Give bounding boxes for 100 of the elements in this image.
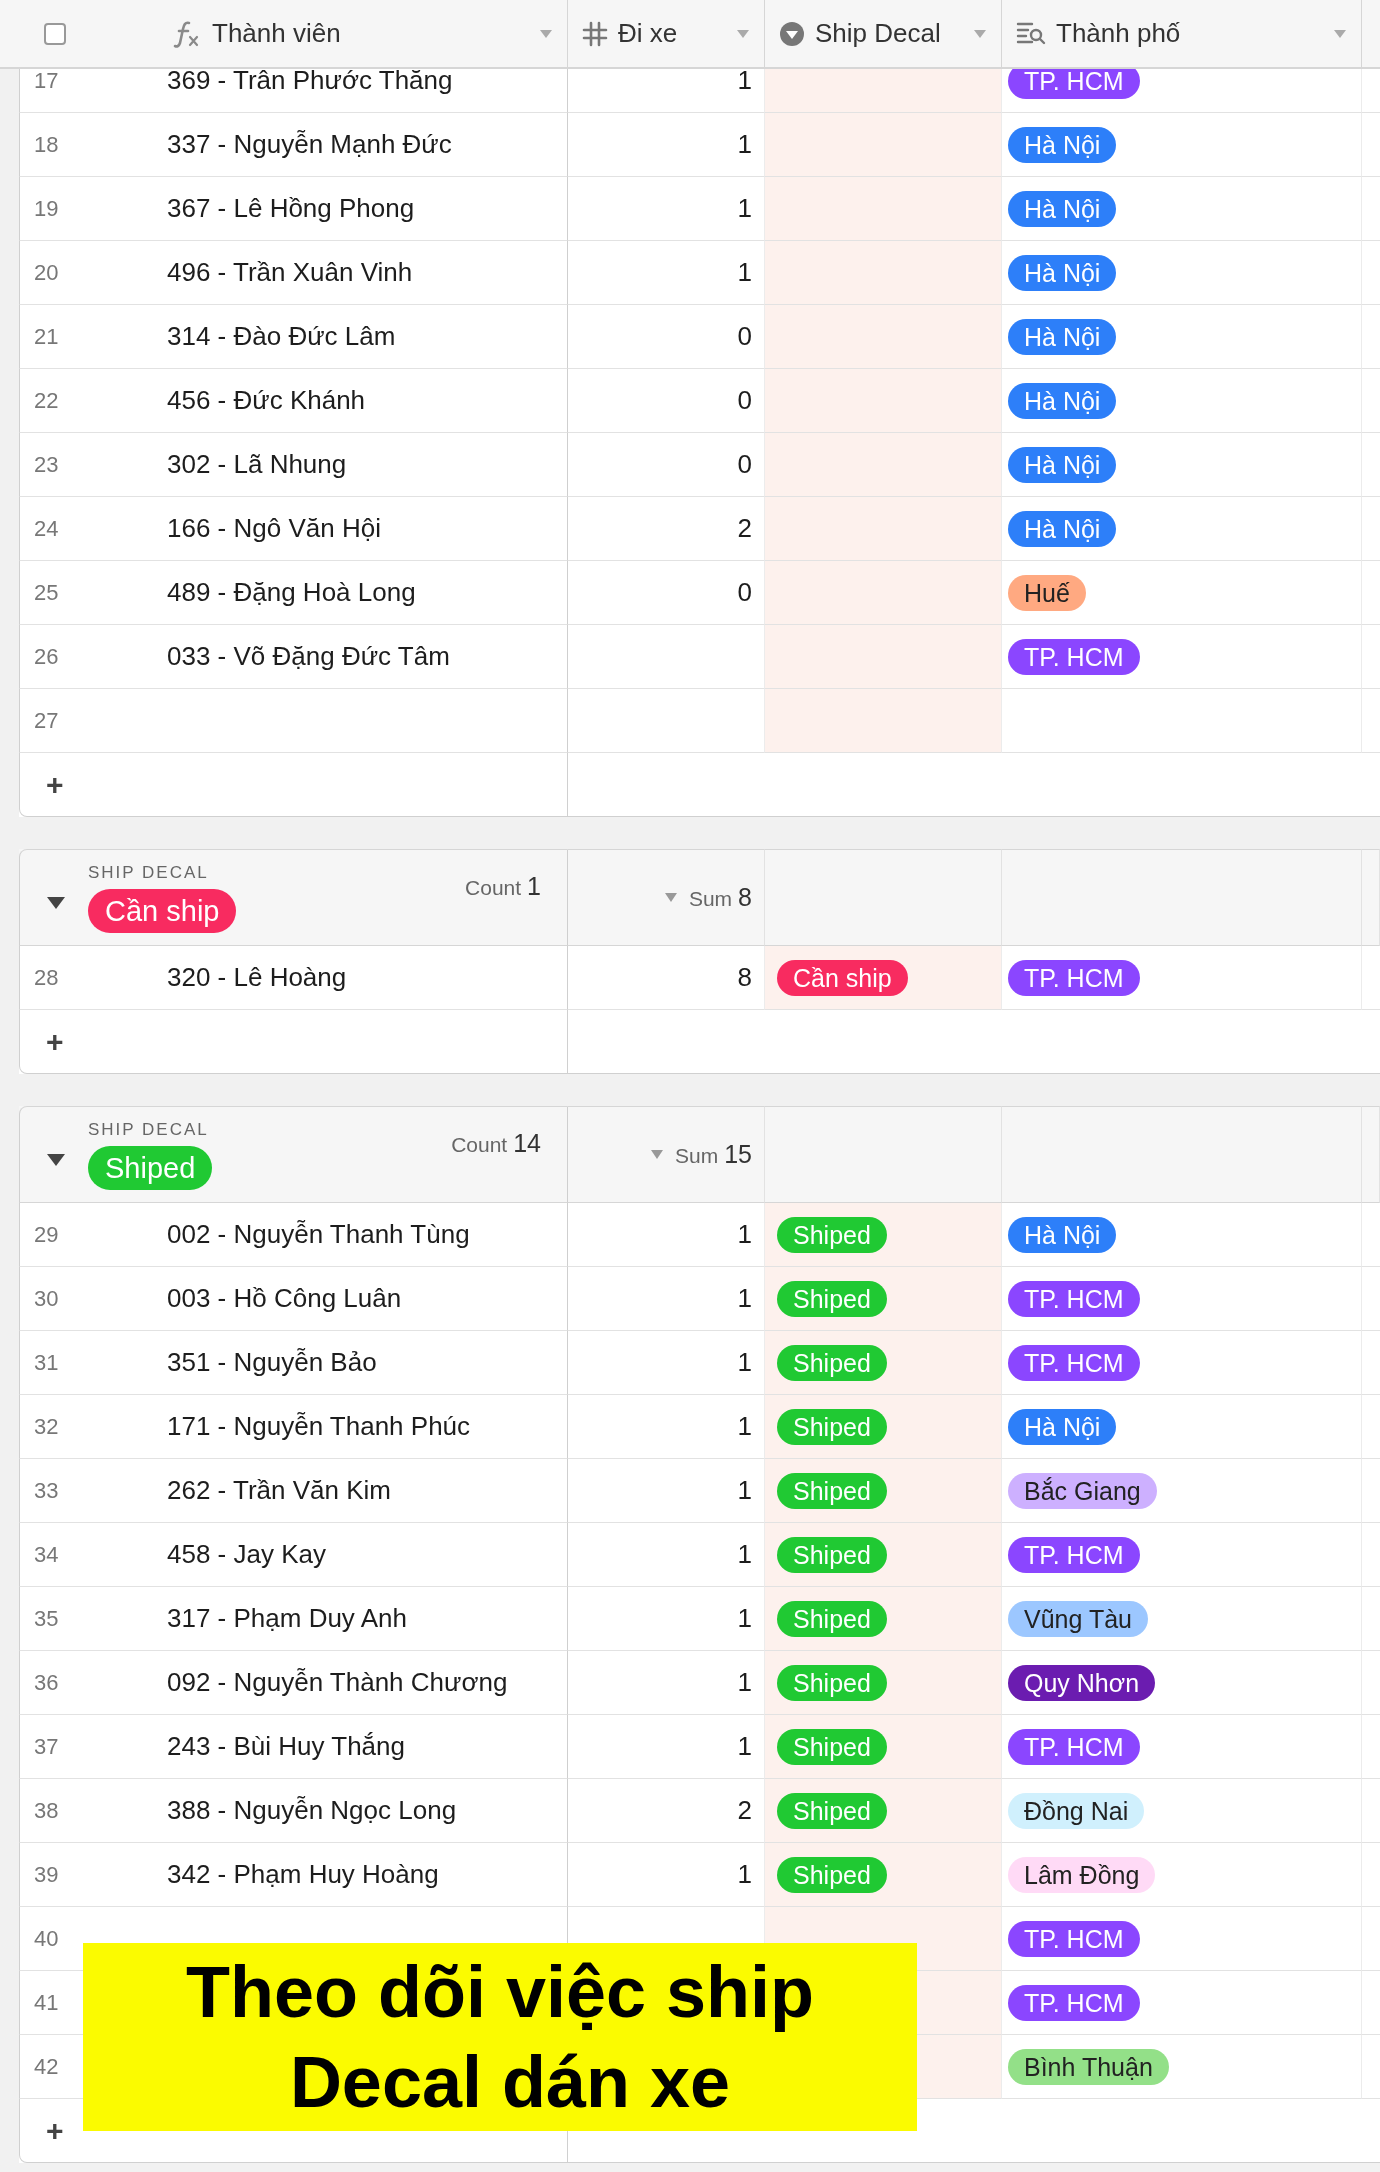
row-number: 41	[33, 1989, 60, 2016]
tag: Hà Nội	[1008, 1216, 1117, 1253]
row-number: 17	[33, 69, 60, 94]
select-all-checkbox[interactable]	[44, 22, 66, 45]
member-name: 456 - Đức Khánh	[167, 385, 366, 416]
tag: TP. HCM	[1008, 1984, 1140, 2021]
row-number: 22	[33, 387, 60, 414]
caret-icon[interactable]	[539, 28, 553, 39]
member-name: 262 - Trần Văn Kim	[167, 1475, 391, 1506]
tag: Shiped	[777, 1856, 887, 1893]
row-number: 29	[33, 1221, 60, 1248]
tag: Shiped	[777, 1344, 887, 1381]
caret-icon[interactable]	[651, 1150, 663, 1159]
member-name: 033 - Võ Đặng Đức Tâm	[167, 641, 450, 672]
sum-summary[interactable]: Sum 8	[688, 883, 752, 912]
caret-icon[interactable]	[664, 893, 677, 902]
tag: Hà Nội	[1008, 318, 1117, 355]
row-number: 26	[33, 643, 60, 670]
row-number: 42	[33, 2053, 60, 2080]
row-number: 34	[33, 1541, 60, 1568]
tag: Hà Nội	[1008, 190, 1117, 227]
trip-count: 0	[737, 385, 752, 416]
trip-count: 1	[737, 257, 752, 288]
member-name: 092 - Nguyễn Thành Chương	[167, 1667, 508, 1698]
tag: Shiped	[88, 1145, 213, 1190]
tag: Bắc Giang	[1008, 1472, 1157, 1509]
add-record-button[interactable]: +	[38, 2113, 72, 2148]
tag: Bình Thuận	[1008, 2048, 1169, 2085]
member-name: 367 - Lê Hồng Phong	[167, 193, 415, 224]
member-name: 002 - Nguyễn Thanh Tùng	[167, 1219, 470, 1250]
tag: Shiped	[777, 1408, 887, 1445]
trip-count: 8	[737, 962, 752, 993]
trip-count: 1	[737, 1475, 752, 1506]
member-name: 314 - Đào Đức Lâm	[167, 321, 396, 352]
tag: TP. HCM	[1008, 1280, 1140, 1317]
member-name: 369 - Trân Phước Thăng	[167, 69, 453, 96]
lookup-icon	[1016, 20, 1046, 47]
tag: Shiped	[777, 1792, 887, 1829]
dropdown-circle-icon	[779, 20, 805, 47]
member-name: 342 - Phạm Huy Hoàng	[167, 1859, 439, 1890]
row-number: 28	[33, 964, 60, 991]
row-number: 25	[33, 579, 60, 606]
trip-count: 1	[737, 1667, 752, 1698]
add-record-button[interactable]: +	[38, 1024, 72, 1059]
caption-line: Theo dõi việc ship	[185, 1951, 815, 2034]
tag: Hà Nội	[1008, 126, 1117, 163]
group-field-label: SHIP DECAL	[88, 862, 209, 883]
row-number: 40	[33, 1925, 60, 1952]
tag: Shiped	[777, 1664, 887, 1701]
tag: Cần ship	[88, 888, 237, 933]
tag: TP. HCM	[1008, 69, 1140, 99]
column-header[interactable]: Ship Decal	[765, 0, 1002, 67]
hash-icon	[582, 20, 608, 47]
tag: Vũng Tàu	[1008, 1600, 1148, 1637]
tag: Shiped	[777, 1600, 887, 1637]
member-name: 458 - Jay Kay	[167, 1539, 326, 1570]
record-count: Count 1	[465, 872, 541, 901]
tag: Shiped	[777, 1280, 887, 1317]
tag: Cần ship	[777, 959, 908, 996]
caption-line: Decal dán xe	[288, 2041, 731, 2124]
tag: Lâm Đồng	[1008, 1856, 1156, 1893]
row-number: 27	[33, 707, 60, 734]
column-header[interactable]: Đi xe	[568, 0, 765, 67]
row-number: 23	[33, 451, 60, 478]
row-number: 24	[33, 515, 60, 542]
caret-icon[interactable]	[973, 28, 987, 39]
member-name: 317 - Phạm Duy Anh	[167, 1603, 407, 1634]
collapse-toggle-icon[interactable]	[46, 1152, 66, 1167]
tag: Hà Nội	[1008, 446, 1117, 483]
member-name: 351 - Nguyễn Bảo	[167, 1347, 377, 1378]
trip-count: 2	[737, 1795, 752, 1826]
group-field-label: SHIP DECAL	[88, 1119, 209, 1140]
tag: Hà Nội	[1008, 510, 1117, 547]
column-header[interactable]: Thành phố	[1002, 0, 1362, 67]
row-number: 35	[33, 1605, 60, 1632]
add-record-button[interactable]: +	[38, 767, 72, 802]
tag: Quy Nhơn	[1008, 1664, 1156, 1701]
column-header[interactable]: Thành viên	[0, 0, 568, 67]
trip-count: 1	[737, 1603, 752, 1634]
record-count: Count 14	[451, 1129, 541, 1158]
trip-count: 1	[737, 129, 752, 160]
tag: Shiped	[777, 1728, 887, 1765]
trip-count: 1	[737, 1411, 752, 1442]
member-name: 302 - Lã Nhung	[167, 449, 347, 480]
collapse-toggle-icon[interactable]	[46, 895, 66, 910]
caret-icon[interactable]	[736, 28, 750, 39]
tag: TP. HCM	[1008, 1344, 1140, 1381]
row-number: 39	[33, 1861, 60, 1888]
trip-count: 0	[737, 577, 752, 608]
member-name: 388 - Nguyễn Ngọc Long	[167, 1795, 457, 1826]
trip-count: 0	[737, 321, 752, 352]
trip-count: 1	[737, 1859, 752, 1890]
trip-count: 1	[737, 69, 752, 96]
row-number: 31	[33, 1349, 60, 1376]
sum-summary[interactable]: Sum 15	[675, 1140, 752, 1169]
caret-icon[interactable]	[1333, 28, 1347, 39]
row-number: 19	[33, 195, 60, 222]
member-name: 003 - Hồ Công Luân	[167, 1283, 402, 1314]
row-number: 18	[33, 131, 60, 158]
member-name: 171 - Nguyễn Thanh Phúc	[167, 1411, 471, 1442]
